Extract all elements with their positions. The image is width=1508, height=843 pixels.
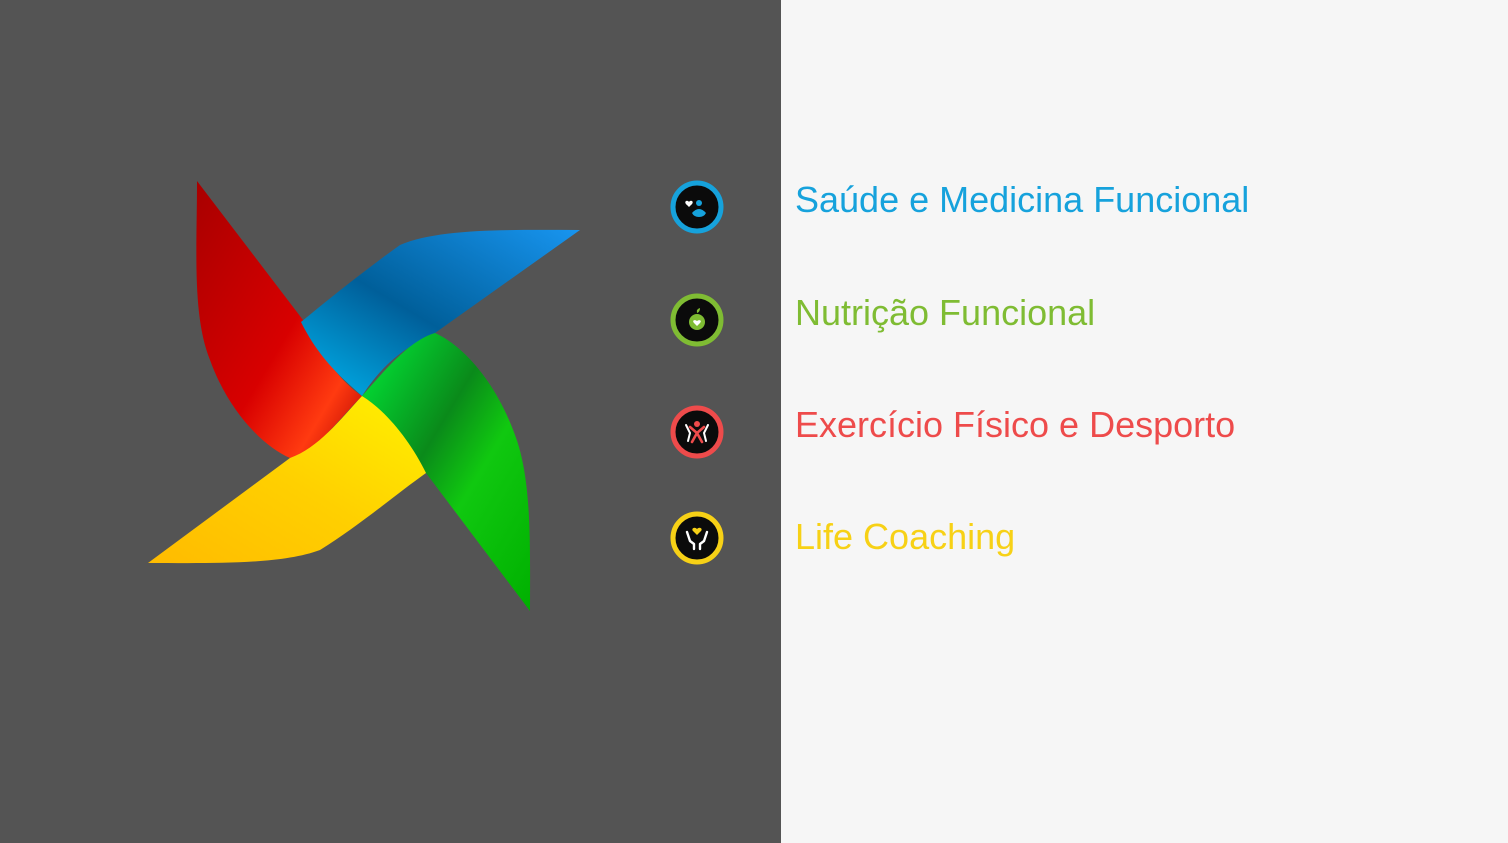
hands-heart-icon <box>670 511 724 565</box>
menu-label-exercise-sport[interactable]: Exercício Físico e Desporto <box>795 405 1235 445</box>
menu-label-nutrition[interactable]: Nutrição Funcional <box>795 293 1095 333</box>
apple-heart-icon <box>670 293 724 347</box>
page: Saúde e Medicina Funcional Nutrição Func… <box>0 0 1508 843</box>
athletes-icon <box>670 405 724 459</box>
menu-label-life-coaching[interactable]: Life Coaching <box>795 517 1015 557</box>
heart-body-icon <box>670 180 724 234</box>
nutrition-icon-button[interactable] <box>670 293 724 347</box>
pinwheel-logo <box>140 170 590 620</box>
menu-label-health-medicine[interactable]: Saúde e Medicina Funcional <box>795 180 1249 220</box>
life-coaching-icon-button[interactable] <box>670 511 724 565</box>
health-medicine-icon-button[interactable] <box>670 180 724 234</box>
exercise-sport-icon-button[interactable] <box>670 405 724 459</box>
